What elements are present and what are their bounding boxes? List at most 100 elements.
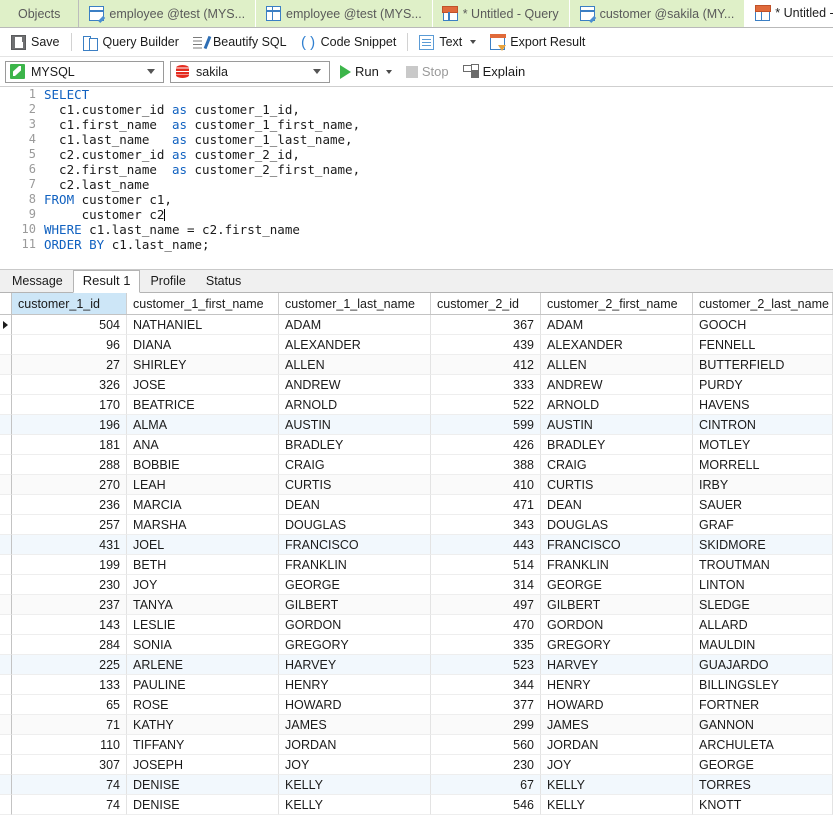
cell-customer_1_first_name[interactable]: ANA xyxy=(127,435,279,455)
table-row[interactable]: 71KATHYJAMES299JAMESGANNON xyxy=(0,715,833,735)
cell-customer_1_id[interactable]: 196 xyxy=(12,415,127,435)
cell-customer_2_last_name[interactable]: FENNELL xyxy=(693,335,833,355)
cell-customer_2_id[interactable]: 599 xyxy=(431,415,541,435)
cell-customer_1_first_name[interactable]: PAULINE xyxy=(127,675,279,695)
cell-customer_1_id[interactable]: 199 xyxy=(12,555,127,575)
cell-customer_2_first_name[interactable]: JORDAN xyxy=(541,735,693,755)
cell-customer_1_last_name[interactable]: ARNOLD xyxy=(279,395,431,415)
table-row[interactable]: 96DIANAALEXANDER439ALEXANDERFENNELL xyxy=(0,335,833,355)
cell-customer_1_id[interactable]: 71 xyxy=(12,715,127,735)
cell-customer_1_first_name[interactable]: BEATRICE xyxy=(127,395,279,415)
table-row[interactable]: 307JOSEPHJOY230JOYGEORGE xyxy=(0,755,833,775)
cell-customer_1_id[interactable]: 326 xyxy=(12,375,127,395)
row-indicator[interactable] xyxy=(0,775,12,795)
table-row[interactable]: 326JOSEANDREW333ANDREWPURDY xyxy=(0,375,833,395)
cell-customer_1_last_name[interactable]: HOWARD xyxy=(279,695,431,715)
cell-customer_2_id[interactable]: 443 xyxy=(431,535,541,555)
cell-customer_2_id[interactable]: 314 xyxy=(431,575,541,595)
cell-customer_1_id[interactable]: 236 xyxy=(12,495,127,515)
cell-customer_2_first_name[interactable]: GREGORY xyxy=(541,635,693,655)
table-row[interactable]: 170BEATRICEARNOLD522ARNOLDHAVENS xyxy=(0,395,833,415)
window-tab-2[interactable]: employee @test (MYS... xyxy=(256,0,433,27)
table-row[interactable]: 236MARCIADEAN471DEANSAUER xyxy=(0,495,833,515)
cell-customer_2_first_name[interactable]: ARNOLD xyxy=(541,395,693,415)
cell-customer_1_id[interactable]: 133 xyxy=(12,675,127,695)
row-indicator[interactable] xyxy=(0,515,12,535)
cell-customer_1_id[interactable]: 504 xyxy=(12,315,127,335)
cell-customer_2_last_name[interactable]: IRBY xyxy=(693,475,833,495)
cell-customer_1_first_name[interactable]: DIANA xyxy=(127,335,279,355)
cell-customer_1_first_name[interactable]: KATHY xyxy=(127,715,279,735)
cell-customer_2_first_name[interactable]: HOWARD xyxy=(541,695,693,715)
cell-customer_2_id[interactable]: 377 xyxy=(431,695,541,715)
run-button[interactable]: Run xyxy=(336,64,396,79)
cell-customer_1_id[interactable]: 110 xyxy=(12,735,127,755)
cell-customer_1_id[interactable]: 288 xyxy=(12,455,127,475)
cell-customer_1_id[interactable]: 284 xyxy=(12,635,127,655)
cell-customer_2_first_name[interactable]: BRADLEY xyxy=(541,435,693,455)
cell-customer_2_last_name[interactable]: FORTNER xyxy=(693,695,833,715)
cell-customer_2_id[interactable]: 546 xyxy=(431,795,541,815)
table-row[interactable]: 27SHIRLEYALLEN412ALLENBUTTERFIELD xyxy=(0,355,833,375)
window-tab-0[interactable]: Objects xyxy=(0,0,79,27)
table-row[interactable]: 237TANYAGILBERT497GILBERTSLEDGE xyxy=(0,595,833,615)
cell-customer_2_id[interactable]: 388 xyxy=(431,455,541,475)
export-result-button[interactable]: Export Result xyxy=(483,31,592,54)
beautify-sql-button[interactable]: Beautify SQL xyxy=(186,31,294,54)
query-builder-button[interactable]: Query Builder xyxy=(76,31,186,54)
cell-customer_2_id[interactable]: 410 xyxy=(431,475,541,495)
table-row[interactable]: 74DENISEKELLY67KELLYTORRES xyxy=(0,775,833,795)
cell-customer_2_first_name[interactable]: ANDREW xyxy=(541,375,693,395)
cell-customer_1_first_name[interactable]: JOSE xyxy=(127,375,279,395)
cell-customer_1_id[interactable]: 143 xyxy=(12,615,127,635)
row-indicator[interactable] xyxy=(0,555,12,575)
cell-customer_1_last_name[interactable]: JORDAN xyxy=(279,735,431,755)
cell-customer_2_first_name[interactable]: HENRY xyxy=(541,675,693,695)
cell-customer_1_id[interactable]: 96 xyxy=(12,335,127,355)
cell-customer_1_id[interactable]: 257 xyxy=(12,515,127,535)
cell-customer_1_first_name[interactable]: DENISE xyxy=(127,775,279,795)
column-header-customer_2_id[interactable]: customer_2_id xyxy=(431,293,541,314)
cell-customer_1_first_name[interactable]: JOY xyxy=(127,575,279,595)
cell-customer_1_first_name[interactable]: DENISE xyxy=(127,795,279,815)
cell-customer_2_first_name[interactable]: GORDON xyxy=(541,615,693,635)
result-tab-profile[interactable]: Profile xyxy=(140,270,195,292)
cell-customer_1_first_name[interactable]: BETH xyxy=(127,555,279,575)
cell-customer_2_id[interactable]: 426 xyxy=(431,435,541,455)
cell-customer_2_id[interactable]: 560 xyxy=(431,735,541,755)
cell-customer_2_id[interactable]: 514 xyxy=(431,555,541,575)
cell-customer_2_first_name[interactable]: CURTIS xyxy=(541,475,693,495)
column-header-customer_1_id[interactable]: customer_1_id xyxy=(12,293,127,314)
cell-customer_1_last_name[interactable]: GEORGE xyxy=(279,575,431,595)
cell-customer_2_last_name[interactable]: TROUTMAN xyxy=(693,555,833,575)
row-indicator[interactable] xyxy=(0,735,12,755)
sql-editor[interactable]: 1SELECT2 c1.customer_id as customer_1_id… xyxy=(0,87,833,270)
cell-customer_1_last_name[interactable]: DEAN xyxy=(279,495,431,515)
row-indicator[interactable] xyxy=(0,695,12,715)
cell-customer_2_id[interactable]: 67 xyxy=(431,775,541,795)
row-indicator[interactable] xyxy=(0,395,12,415)
cell-customer_1_last_name[interactable]: KELLY xyxy=(279,775,431,795)
cell-customer_1_id[interactable]: 270 xyxy=(12,475,127,495)
table-row[interactable]: 65ROSEHOWARD377HOWARDFORTNER xyxy=(0,695,833,715)
cell-customer_2_last_name[interactable]: MOTLEY xyxy=(693,435,833,455)
cell-customer_2_first_name[interactable]: GEORGE xyxy=(541,575,693,595)
code-snippet-button[interactable]: ( ) Code Snippet xyxy=(294,31,404,54)
cell-customer_2_last_name[interactable]: GOOCH xyxy=(693,315,833,335)
cell-customer_1_last_name[interactable]: JOY xyxy=(279,755,431,775)
cell-customer_2_last_name[interactable]: KNOTT xyxy=(693,795,833,815)
cell-customer_1_last_name[interactable]: CURTIS xyxy=(279,475,431,495)
cell-customer_2_first_name[interactable]: HARVEY xyxy=(541,655,693,675)
row-indicator[interactable] xyxy=(0,435,12,455)
window-tab-1[interactable]: employee @test (MYS... xyxy=(79,0,256,27)
row-indicator[interactable] xyxy=(0,335,12,355)
cell-customer_2_last_name[interactable]: GANNON xyxy=(693,715,833,735)
cell-customer_2_id[interactable]: 344 xyxy=(431,675,541,695)
cell-customer_1_last_name[interactable]: HARVEY xyxy=(279,655,431,675)
cell-customer_1_last_name[interactable]: AUSTIN xyxy=(279,415,431,435)
cell-customer_1_last_name[interactable]: ALLEN xyxy=(279,355,431,375)
cell-customer_1_last_name[interactable]: GILBERT xyxy=(279,595,431,615)
cell-customer_1_last_name[interactable]: GORDON xyxy=(279,615,431,635)
table-row[interactable]: 143LESLIEGORDON470GORDONALLARD xyxy=(0,615,833,635)
table-row[interactable]: 181ANABRADLEY426BRADLEYMOTLEY xyxy=(0,435,833,455)
